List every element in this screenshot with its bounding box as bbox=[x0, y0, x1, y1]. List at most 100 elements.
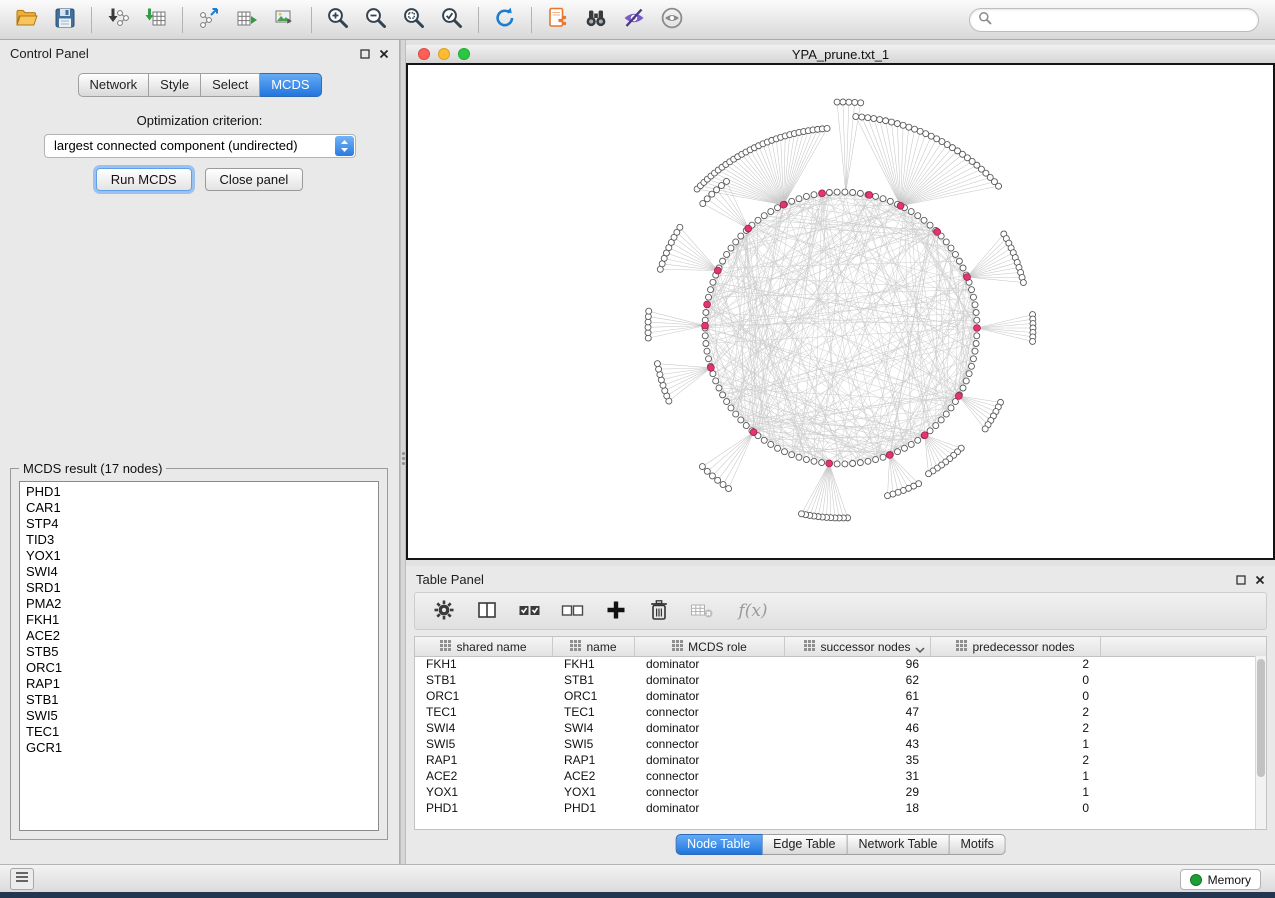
table-row[interactable]: SWI5SWI5connector431 bbox=[415, 736, 1255, 752]
import-table-button[interactable] bbox=[137, 4, 175, 36]
mcds-result-item[interactable]: SRD1 bbox=[26, 580, 378, 596]
tab-mcds[interactable]: MCDS bbox=[260, 73, 321, 97]
table-cell[interactable]: connector bbox=[635, 737, 785, 751]
table-cell[interactable]: RAP1 bbox=[553, 753, 635, 767]
tab-motifs[interactable]: Motifs bbox=[949, 834, 1005, 855]
table-cell[interactable]: connector bbox=[635, 769, 785, 783]
table-cell[interactable]: SWI5 bbox=[415, 737, 553, 751]
zoom-fit-button[interactable] bbox=[395, 4, 433, 36]
float-panel-icon[interactable] bbox=[360, 47, 370, 62]
table-cell[interactable]: 0 bbox=[931, 673, 1101, 687]
table-cell[interactable]: YOX1 bbox=[553, 785, 635, 799]
column-header-shared-name[interactable]: shared name bbox=[415, 637, 553, 656]
table-cell[interactable]: 2 bbox=[931, 657, 1101, 671]
table-cell[interactable]: 96 bbox=[785, 657, 931, 671]
table-row[interactable]: STB1STB1dominator620 bbox=[415, 672, 1255, 688]
delete-column-button[interactable] bbox=[646, 598, 672, 624]
table-cell[interactable]: dominator bbox=[635, 801, 785, 815]
mcds-result-item[interactable]: STB1 bbox=[26, 692, 378, 708]
table-cell[interactable]: 31 bbox=[785, 769, 931, 783]
table-row[interactable]: SWI4SWI4dominator462 bbox=[415, 720, 1255, 736]
table-cell[interactable]: TEC1 bbox=[415, 705, 553, 719]
share-document-button[interactable] bbox=[539, 4, 577, 36]
table-row[interactable]: ACE2ACE2connector311 bbox=[415, 768, 1255, 784]
table-cell[interactable]: 0 bbox=[931, 689, 1101, 703]
hide-selected-button[interactable] bbox=[615, 4, 653, 36]
mcds-result-item[interactable]: GCR1 bbox=[26, 740, 378, 756]
import-network-button[interactable] bbox=[99, 4, 137, 36]
task-history-button[interactable] bbox=[10, 868, 34, 890]
mcds-result-item[interactable]: RAP1 bbox=[26, 676, 378, 692]
table-row[interactable]: PHD1PHD1dominator180 bbox=[415, 800, 1255, 816]
table-cell[interactable]: 47 bbox=[785, 705, 931, 719]
table-cell[interactable]: ORC1 bbox=[553, 689, 635, 703]
mcds-result-item[interactable]: PMA2 bbox=[26, 596, 378, 612]
table-cell[interactable]: 2 bbox=[931, 721, 1101, 735]
table-cell[interactable]: FKH1 bbox=[415, 657, 553, 671]
optimization-criterion-select[interactable]: largest connected component (undirected) bbox=[44, 134, 356, 158]
table-cell[interactable]: TEC1 bbox=[553, 705, 635, 719]
table-cell[interactable]: PHD1 bbox=[553, 801, 635, 815]
table-cell[interactable]: dominator bbox=[635, 721, 785, 735]
table-row[interactable]: RAP1RAP1dominator352 bbox=[415, 752, 1255, 768]
mcds-result-item[interactable]: CAR1 bbox=[26, 500, 378, 516]
show-all-button[interactable] bbox=[653, 4, 691, 36]
close-panel-icon[interactable] bbox=[379, 47, 389, 62]
find-button[interactable] bbox=[577, 4, 615, 36]
mcds-result-item[interactable]: SWI5 bbox=[26, 708, 378, 724]
column-header-successor-nodes[interactable]: successor nodes bbox=[785, 637, 931, 656]
table-row[interactable]: YOX1YOX1connector291 bbox=[415, 784, 1255, 800]
table-cell[interactable]: RAP1 bbox=[415, 753, 553, 767]
table-cell[interactable]: 0 bbox=[931, 801, 1101, 815]
table-cell[interactable]: 1 bbox=[931, 737, 1101, 751]
table-cell[interactable]: 61 bbox=[785, 689, 931, 703]
table-row[interactable]: ORC1ORC1dominator610 bbox=[415, 688, 1255, 704]
select-all-rows-button[interactable] bbox=[517, 598, 543, 624]
mcds-result-item[interactable]: ACE2 bbox=[26, 628, 378, 644]
close-panel-button[interactable]: Close panel bbox=[205, 168, 304, 191]
tab-edge-table[interactable]: Edge Table bbox=[762, 834, 847, 855]
mcds-result-item[interactable]: TEC1 bbox=[26, 724, 378, 740]
table-cell[interactable]: FKH1 bbox=[553, 657, 635, 671]
mcds-result-list[interactable]: PHD1CAR1STP4TID3YOX1SWI4SRD1PMA2FKH1ACE2… bbox=[19, 481, 379, 831]
mcds-result-item[interactable]: STB5 bbox=[26, 644, 378, 660]
table-cell[interactable]: ORC1 bbox=[415, 689, 553, 703]
table-cell[interactable]: 2 bbox=[931, 705, 1101, 719]
table-cell[interactable]: 35 bbox=[785, 753, 931, 767]
table-settings-button[interactable] bbox=[431, 598, 457, 624]
table-cell[interactable]: 43 bbox=[785, 737, 931, 751]
zoom-selected-button[interactable] bbox=[433, 4, 471, 36]
table-row[interactable]: FKH1FKH1dominator962 bbox=[415, 656, 1255, 672]
open-file-button[interactable] bbox=[8, 4, 46, 36]
table-cell[interactable]: 62 bbox=[785, 673, 931, 687]
table-cell[interactable]: connector bbox=[635, 785, 785, 799]
save-button[interactable] bbox=[46, 4, 84, 36]
table-cell[interactable]: ACE2 bbox=[415, 769, 553, 783]
mcds-result-item[interactable]: PHD1 bbox=[26, 484, 378, 500]
float-panel-icon[interactable] bbox=[1236, 573, 1246, 588]
table-cell[interactable]: PHD1 bbox=[415, 801, 553, 815]
tab-network-table[interactable]: Network Table bbox=[848, 834, 950, 855]
scrollbar-thumb[interactable] bbox=[1257, 659, 1265, 777]
table-cell[interactable]: STB1 bbox=[415, 673, 553, 687]
mcds-result-item[interactable]: YOX1 bbox=[26, 548, 378, 564]
memory-indicator[interactable]: Memory bbox=[1180, 869, 1261, 890]
column-header-name[interactable]: name bbox=[553, 637, 635, 656]
deselect-all-rows-button[interactable] bbox=[560, 598, 586, 624]
run-mcds-button[interactable]: Run MCDS bbox=[96, 168, 192, 191]
table-cell[interactable]: ACE2 bbox=[553, 769, 635, 783]
export-table-button[interactable] bbox=[228, 4, 266, 36]
table-row[interactable]: TEC1TEC1connector472 bbox=[415, 704, 1255, 720]
tab-style[interactable]: Style bbox=[149, 73, 201, 97]
table-cell[interactable]: SWI4 bbox=[553, 721, 635, 735]
network-canvas[interactable] bbox=[406, 63, 1275, 560]
table-cell[interactable]: STB1 bbox=[553, 673, 635, 687]
zoom-in-button[interactable] bbox=[319, 4, 357, 36]
close-panel-icon[interactable] bbox=[1255, 573, 1265, 588]
table-cell[interactable]: 1 bbox=[931, 785, 1101, 799]
function-builder-button[interactable]: f(x) bbox=[732, 598, 774, 624]
table-cell[interactable]: 1 bbox=[931, 769, 1101, 783]
table-cell[interactable]: dominator bbox=[635, 673, 785, 687]
tab-network[interactable]: Network bbox=[77, 73, 149, 97]
mcds-result-item[interactable]: STP4 bbox=[26, 516, 378, 532]
